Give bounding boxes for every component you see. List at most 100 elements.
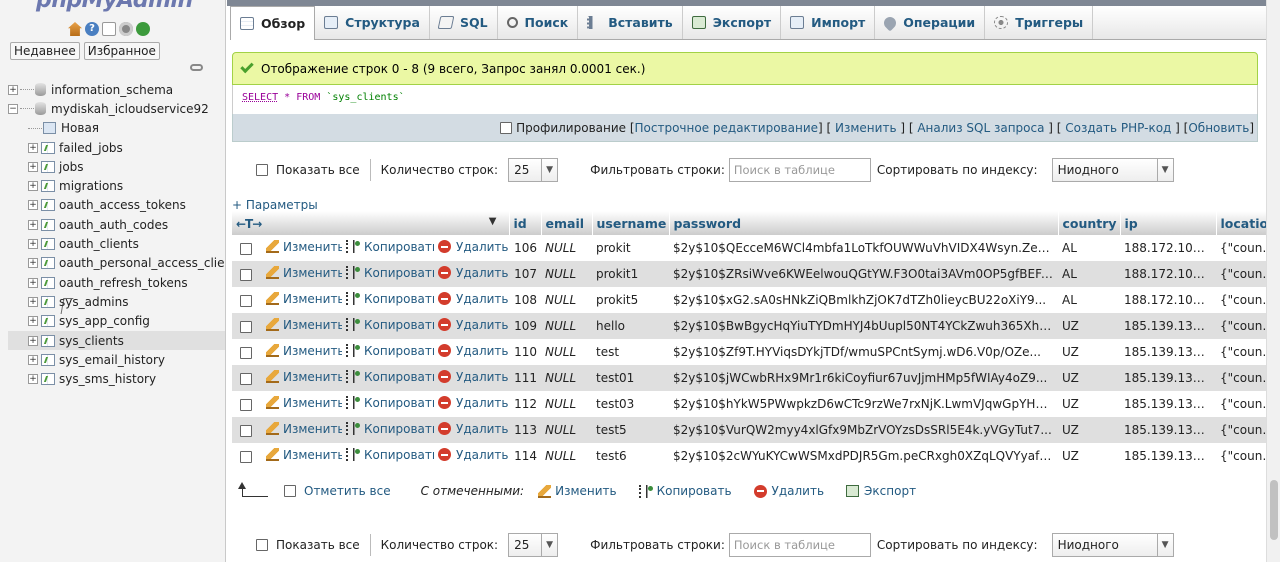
table-icon[interactable]: [41, 199, 55, 212]
copy-row-button[interactable]: Копировать: [346, 370, 434, 384]
cell-password[interactable]: $2y$10$QEcceM6WCl4mbfa1LoTkfOUWWuVhVIDX4…: [669, 235, 1058, 261]
table-icon[interactable]: [41, 180, 55, 193]
row-checkbox[interactable]: [240, 242, 252, 255]
delete-row-button[interactable]: Удалить: [438, 370, 509, 384]
tab-import[interactable]: Импорт: [781, 6, 876, 39]
table-icon[interactable]: [41, 334, 55, 347]
create-php-code-link[interactable]: Создать PHP-код: [1065, 121, 1171, 135]
copy-row-button[interactable]: Копировать: [346, 292, 434, 306]
tree-item-oauth-personal-access-clients[interactable]: + oauth_personal_access_clients: [8, 254, 225, 273]
cell-country[interactable]: UZ: [1058, 365, 1120, 391]
column-sort-controls[interactable]: ←T→ ▼: [232, 211, 510, 235]
row-count-select-bottom[interactable]: 25 ▼: [508, 533, 559, 557]
delete-row-button[interactable]: Удалить: [438, 422, 509, 436]
delete-row-button[interactable]: Удалить: [438, 266, 509, 280]
cell-password[interactable]: $2y$10$ZRsiWve6KWEelwouQGtYW.F3O0tai3AVm…: [669, 261, 1058, 287]
show-all-checkbox[interactable]: [256, 164, 268, 176]
tab-operations[interactable]: Операции: [875, 6, 986, 39]
table-icon[interactable]: [41, 257, 55, 270]
table-icon[interactable]: [41, 295, 55, 308]
cell-username[interactable]: prokit5: [592, 287, 669, 313]
expand-icon[interactable]: +: [28, 200, 38, 211]
table-icon[interactable]: [41, 315, 55, 328]
copy-row-button[interactable]: Копировать: [346, 448, 434, 462]
inline-edit-link[interactable]: Построчное редактирование: [635, 121, 819, 135]
tab-search[interactable]: Поиск: [498, 6, 579, 39]
expand-icon[interactable]: +: [28, 181, 38, 192]
column-header-username[interactable]: username: [592, 211, 670, 235]
cell-ip[interactable]: 185.139.137.64: [1120, 365, 1216, 391]
cell-email[interactable]: NULL: [541, 287, 592, 313]
check-all-link[interactable]: Отметить все: [304, 484, 391, 498]
tree-item-information-schema[interactable]: + information_schema: [8, 80, 225, 99]
check-all-checkbox[interactable]: [284, 485, 296, 497]
bulk-export-button[interactable]: Экспорт: [846, 484, 916, 498]
column-header-password[interactable]: password: [669, 211, 1059, 235]
cell-ip[interactable]: 185.139.137.64: [1120, 339, 1216, 365]
cell-ip[interactable]: 188.172.108.116: [1120, 235, 1216, 261]
cell-country[interactable]: AL: [1058, 287, 1120, 313]
scrollbar-thumb[interactable]: [1270, 480, 1278, 540]
cell-password[interactable]: $2y$10$2cWYuKYCwWSMxdPDJR5Gm.peCRxgh0XZq…: [669, 443, 1058, 469]
cell-ip[interactable]: 185.139.137.64: [1120, 313, 1216, 339]
sort-index-select-bottom[interactable]: Ниодного ▼: [1051, 533, 1174, 557]
bulk-edit-button[interactable]: Изменить: [538, 484, 617, 498]
filter-input[interactable]: Поиск в таблице: [728, 158, 871, 182]
cell-id[interactable]: 110: [509, 339, 541, 365]
delete-row-button[interactable]: Удалить: [438, 448, 509, 462]
cell-country[interactable]: UZ: [1058, 443, 1120, 469]
cell-email[interactable]: NULL: [541, 417, 592, 443]
tree-item-sys-sms-history[interactable]: + sys_sms_history: [8, 369, 225, 388]
delete-row-button[interactable]: Удалить: [438, 318, 509, 332]
cell-country[interactable]: AL: [1058, 235, 1120, 261]
row-checkbox[interactable]: [240, 372, 252, 385]
expand-icon[interactable]: +: [28, 296, 38, 307]
cell-ip[interactable]: 188.172.108.116: [1120, 261, 1216, 287]
expand-icon[interactable]: +: [28, 239, 38, 250]
cell-id[interactable]: 108: [509, 287, 541, 313]
table-icon[interactable]: [41, 141, 55, 154]
table-icon[interactable]: [41, 218, 55, 231]
cell-password[interactable]: $2y$10$VurQW2myy4xlGfx9MbZrVOYzsDsSRl5E4…: [669, 417, 1058, 443]
row-checkbox[interactable]: [240, 450, 252, 463]
profiling-checkbox[interactable]: [500, 121, 513, 134]
expand-icon[interactable]: +: [8, 84, 18, 95]
tree-item-oauth-refresh-tokens[interactable]: + oauth_refresh_tokens: [8, 273, 225, 292]
edit-row-button[interactable]: Изменить: [266, 240, 342, 254]
cell-email[interactable]: NULL: [541, 443, 592, 469]
cell-username[interactable]: test03: [592, 391, 669, 417]
tab-sql[interactable]: SQL: [430, 6, 498, 39]
edit-sql-link[interactable]: Изменить: [835, 121, 897, 135]
cell-username[interactable]: prokit1: [592, 261, 669, 287]
cell-country[interactable]: UZ: [1058, 391, 1120, 417]
filter-input-bottom[interactable]: Поиск в таблице: [728, 533, 871, 557]
tree-item-sys-admins[interactable]: + sys_admins: [8, 292, 225, 311]
cell-username[interactable]: prokit: [592, 235, 669, 261]
edit-row-button[interactable]: Изменить: [266, 448, 342, 462]
tree-item-oauth-auth-codes[interactable]: + oauth_auth_codes: [8, 215, 225, 234]
cell-email[interactable]: NULL: [541, 261, 592, 287]
table-icon[interactable]: [41, 276, 55, 289]
cell-username[interactable]: test5: [592, 417, 669, 443]
tree-item-sys-app-config[interactable]: + sys_app_config: [8, 312, 225, 331]
tab-browse[interactable]: Обзор: [230, 6, 316, 40]
cell-username[interactable]: test: [592, 339, 669, 365]
cell-id[interactable]: 112: [509, 391, 541, 417]
explain-sql-link[interactable]: Анализ SQL запроса: [917, 121, 1044, 135]
cell-country[interactable]: AL: [1058, 261, 1120, 287]
bulk-copy-button[interactable]: Копировать: [638, 484, 732, 498]
refresh-link[interactable]: Обновить: [1188, 121, 1249, 135]
options-link[interactable]: + Параметры: [232, 198, 318, 212]
show-all-checkbox-bottom[interactable]: [256, 539, 268, 551]
sql-select[interactable]: SELECT: [242, 92, 278, 103]
home-icon[interactable]: [68, 22, 82, 36]
cell-email[interactable]: NULL: [541, 235, 592, 261]
table-icon[interactable]: [41, 238, 55, 251]
copy-row-button[interactable]: Копировать: [346, 396, 434, 410]
sort-dropdown-icon[interactable]: ▼: [489, 216, 497, 227]
cell-id[interactable]: 111: [509, 365, 541, 391]
edit-row-button[interactable]: Изменить: [266, 370, 342, 384]
edit-row-button[interactable]: Изменить: [266, 266, 342, 280]
expand-icon[interactable]: +: [28, 316, 38, 327]
copy-row-button[interactable]: Копировать: [346, 344, 434, 358]
